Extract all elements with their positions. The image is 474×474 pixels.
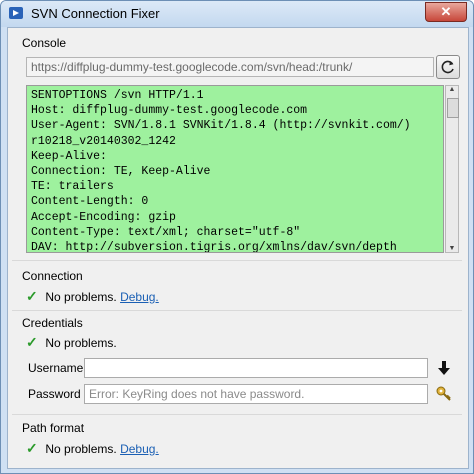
scroll-up-icon[interactable]: ▲ — [447, 86, 457, 93]
console-group: Console https://diffplug-dummy-test.goog… — [12, 28, 462, 261]
connection-status-text: No problems. — [45, 290, 117, 304]
password-label: Password — [28, 387, 81, 401]
console-line: DAV: http://subversion.tigris.org/xmlns/… — [31, 241, 397, 253]
username-input[interactable] — [84, 358, 428, 378]
url-field[interactable]: https://diffplug-dummy-test.googlecode.c… — [26, 57, 434, 77]
console-output[interactable]: SENTOPTIONS /svn HTTP/1.1 Host: diffplug-… — [26, 85, 444, 253]
download-arrow-icon[interactable] — [437, 360, 451, 376]
connection-group: Connection ✓ No problems. Debug. — [12, 264, 462, 311]
key-icon[interactable] — [436, 386, 452, 402]
connection-title: Connection — [22, 269, 83, 283]
username-label: Username — [28, 361, 84, 375]
window: SVN Connection Fixer ✕ Console https://d… — [0, 0, 474, 474]
password-input[interactable]: Error: KeyRing does not have password. — [84, 384, 428, 404]
check-icon: ✓ — [26, 440, 38, 456]
console-line: User-Agent: SVN/1.8.1 SVNKit/1.8.4 (http… — [31, 119, 411, 133]
path-format-group: Path format ✓ No problems. Debug. — [12, 418, 462, 464]
title-bar[interactable]: SVN Connection Fixer ✕ — [1, 1, 473, 27]
close-button[interactable]: ✕ — [425, 2, 467, 22]
path-format-title: Path format — [22, 421, 85, 435]
window-title: SVN Connection Fixer — [31, 6, 160, 21]
path-format-status: ✓ No problems. Debug. — [26, 440, 159, 457]
app-icon — [9, 7, 23, 19]
path-format-status-text: No problems. — [45, 442, 117, 456]
console-scrollbar[interactable]: ▲ ▼ — [445, 85, 459, 253]
refresh-icon — [441, 60, 454, 74]
console-title: Console — [22, 36, 67, 50]
path-format-debug-link[interactable]: Debug. — [120, 442, 159, 456]
console-line: SENTOPTIONS /svn HTTP/1.1 — [31, 89, 204, 102]
console-line: Keep-Alive: — [31, 149, 107, 163]
credentials-group: Credentials ✓ No problems. Username Pass… — [12, 314, 462, 415]
credentials-title: Credentials — [22, 316, 83, 330]
credentials-status: ✓ No problems. — [26, 334, 117, 351]
connection-debug-link[interactable]: Debug. — [120, 290, 159, 304]
close-icon: ✕ — [440, 4, 452, 19]
credentials-status-text: No problems. — [45, 336, 117, 350]
console-line: r10218_v20140302_1242 — [31, 134, 176, 148]
console-line: Accept-Encoding: gzip — [31, 210, 176, 224]
refresh-button[interactable] — [436, 55, 460, 79]
console-line: Host: diffplug-dummy-test.googlecode.com — [31, 104, 308, 118]
client-area: Console https://diffplug-dummy-test.goog… — [7, 27, 469, 469]
console-line: Content-Length: 0 — [31, 195, 149, 209]
check-icon: ✓ — [26, 288, 38, 304]
scroll-thumb[interactable] — [447, 98, 459, 118]
console-line: TE: trailers — [31, 180, 114, 194]
connection-status: ✓ No problems. Debug. — [26, 288, 159, 305]
check-icon: ✓ — [26, 334, 38, 350]
console-line: Connection: TE, Keep-Alive — [31, 165, 211, 179]
console-line: Content-Type: text/xml; charset="utf-8" — [31, 225, 301, 239]
scroll-down-icon[interactable]: ▼ — [447, 245, 457, 252]
